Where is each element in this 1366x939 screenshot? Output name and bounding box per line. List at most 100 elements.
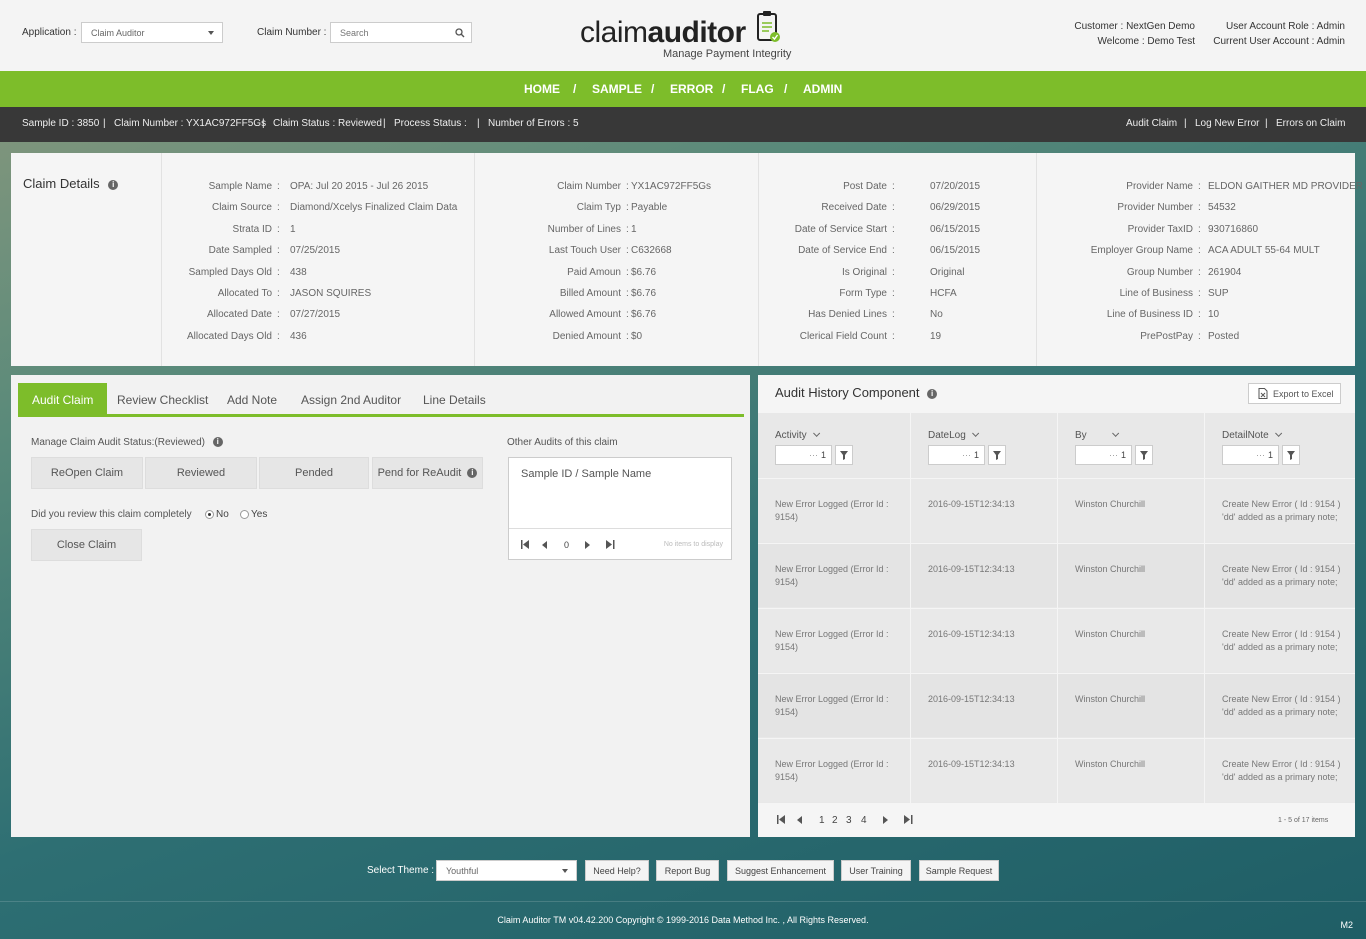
detail-key: Number of Lines: [547, 223, 621, 235]
filter-input-datelog[interactable]: ··· 1: [928, 445, 985, 465]
nav-separator: /: [573, 82, 577, 96]
suggest-enhancement-button[interactable]: Suggest Enhancement: [727, 860, 834, 881]
pended-button[interactable]: Pended: [259, 457, 369, 489]
tab-add-note[interactable]: Add Note: [227, 383, 277, 417]
detail-value: 930716860: [1208, 223, 1259, 235]
detail-value: ELDON GAITHER MD PROVIDER: [1208, 181, 1364, 192]
info-icon[interactable]: i: [212, 437, 223, 448]
pager-page-2[interactable]: 2: [832, 815, 838, 826]
filter-input-by[interactable]: ··· 1: [1075, 445, 1132, 465]
filter-icon[interactable]: [1135, 445, 1153, 465]
pager-next-icon[interactable]: [585, 541, 590, 549]
history-cell-datelog: 2016-09-15T12:34:13: [911, 738, 1057, 802]
history-header-activity[interactable]: Activity: [775, 429, 820, 441]
chevron-down-icon: [1274, 429, 1282, 437]
link-log-new-error[interactable]: Log New Error: [1195, 118, 1259, 129]
history-cell-text: New Error Logged (Error Id : 9154): [775, 759, 889, 782]
claim-detail-row: Sampled Days Old:438: [162, 267, 476, 281]
history-column-datelog: DateLog ··· 1 2016-09-15T12:34:13 2016-09-15…: [911, 413, 1057, 803]
report-bug-button[interactable]: Report Bug: [656, 860, 719, 881]
claim-detail-row: Group Number:261904: [1037, 267, 1356, 281]
search-icon[interactable]: [455, 28, 465, 38]
detail-key: Line of Business ID: [1106, 309, 1193, 321]
tab-line-details[interactable]: Line Details: [423, 383, 486, 417]
pend-for-reaudit-button[interactable]: Pend for ReAudit i: [372, 457, 483, 489]
nav-flag[interactable]: FLAG: [741, 82, 774, 96]
history-cell-activity: New Error Logged (Error Id : 9154): [758, 673, 910, 737]
status-error-count: Number of Errors : 5: [488, 118, 579, 129]
detail-value: C632668: [631, 245, 672, 257]
pager-first-icon[interactable]: [521, 540, 530, 549]
history-cell-datelog: 2016-09-15T12:34:13: [911, 673, 1057, 737]
detail-colon: :: [892, 288, 895, 299]
pager-page-3[interactable]: 3: [846, 815, 852, 826]
pager-prev-icon[interactable]: [797, 816, 802, 824]
detail-key: Is Original: [841, 266, 887, 278]
filter-input-detailnote[interactable]: ··· 1: [1222, 445, 1279, 465]
theme-select[interactable]: Youthful: [436, 860, 577, 881]
nav-sample[interactable]: SAMPLE: [592, 82, 642, 96]
need-help-button[interactable]: Need Help?: [585, 860, 649, 881]
pager-next-icon[interactable]: [883, 816, 888, 824]
claim-detail-row: Denied Amount: $0: [475, 331, 760, 345]
claim-search-input[interactable]: [340, 28, 440, 38]
status-separator: |: [1184, 118, 1187, 129]
claim-detail-row: Claim Typ: Payable: [475, 202, 760, 216]
filter-icon[interactable]: [835, 445, 853, 465]
detail-colon: :: [892, 309, 895, 321]
sample-request-button[interactable]: Sample Request: [919, 860, 999, 881]
pager-last-icon[interactable]: [904, 815, 913, 824]
info-icon[interactable]: i: [927, 388, 938, 399]
detail-value: 07/25/2015: [290, 245, 341, 257]
radio-yes-label: Yes: [251, 509, 268, 520]
status-sample-id: Sample ID : 3850: [22, 118, 100, 129]
filter-input-activity[interactable]: ··· 1: [775, 445, 832, 465]
detail-key: Paid Amoun: [567, 266, 621, 278]
status-separator: |: [477, 118, 480, 129]
claim-details-title: Claim Details i: [23, 176, 119, 191]
manage-status-text: Manage Claim Audit Status:(Reviewed): [31, 437, 205, 448]
application-select[interactable]: Claim Auditor: [81, 22, 223, 43]
history-header-datelog[interactable]: DateLog: [928, 429, 979, 441]
filter-icon[interactable]: [1282, 445, 1300, 465]
radio-yes[interactable]: [240, 510, 249, 519]
reopen-claim-button[interactable]: ReOpen Claim: [31, 457, 143, 489]
claim-detail-row: Allocated Days Old:436: [162, 331, 476, 345]
detail-key: Billed Amount: [559, 288, 621, 299]
claim-detail-row: Last Touch User: C632668: [475, 245, 760, 259]
no-items-text: No items to display: [663, 541, 723, 548]
pager-last-icon[interactable]: [606, 540, 615, 549]
reviewed-button[interactable]: Reviewed: [145, 457, 257, 489]
info-icon[interactable]: i: [108, 179, 119, 190]
pager-page-4[interactable]: 4: [861, 815, 867, 826]
export-excel-button[interactable]: Export to Excel: [1248, 383, 1341, 404]
close-claim-button[interactable]: Close Claim: [31, 529, 142, 561]
history-cell-detailnote: Create New Error ( Id : 9154 ) 'dd' adde…: [1205, 608, 1355, 672]
link-audit-claim[interactable]: Audit Claim: [1126, 118, 1177, 129]
logo-bold: auditor: [647, 16, 747, 49]
detail-colon: :: [1198, 223, 1201, 235]
pager-first-icon[interactable]: [777, 815, 786, 824]
claim-detail-row: Allocated Date:07/27/2015: [162, 309, 476, 323]
link-errors-on-claim[interactable]: Errors on Claim: [1276, 118, 1345, 129]
user-training-button[interactable]: User Training: [841, 860, 911, 881]
filter-icon[interactable]: [988, 445, 1006, 465]
history-header-by[interactable]: By: [1075, 429, 1119, 441]
tab-audit-claim[interactable]: Audit Claim: [18, 383, 108, 417]
pager-prev-icon[interactable]: [542, 541, 547, 549]
tab-review-checklist[interactable]: Review Checklist: [117, 383, 208, 417]
history-cell-by: Winston Churchill: [1058, 673, 1204, 737]
nav-home[interactable]: HOME: [524, 82, 560, 96]
nav-error[interactable]: ERROR: [670, 82, 713, 96]
nav-admin[interactable]: ADMIN: [803, 82, 842, 96]
history-cell-text: Create New Error ( Id : 9154 ) 'dd' adde…: [1222, 629, 1341, 652]
history-cell-activity: New Error Logged (Error Id : 9154): [758, 543, 910, 607]
detail-key: Employer Group Name: [1090, 245, 1193, 257]
tab-assign-2nd-auditor[interactable]: Assign 2nd Auditor: [301, 383, 401, 417]
detail-value: 54532: [1208, 202, 1236, 214]
history-header-detailnote[interactable]: DetailNote: [1222, 429, 1282, 441]
history-cell-activity: New Error Logged (Error Id : 9154): [758, 738, 910, 802]
pager-page-1[interactable]: 1: [819, 815, 825, 826]
radio-no[interactable]: [205, 510, 214, 519]
detail-colon: :: [626, 266, 629, 278]
